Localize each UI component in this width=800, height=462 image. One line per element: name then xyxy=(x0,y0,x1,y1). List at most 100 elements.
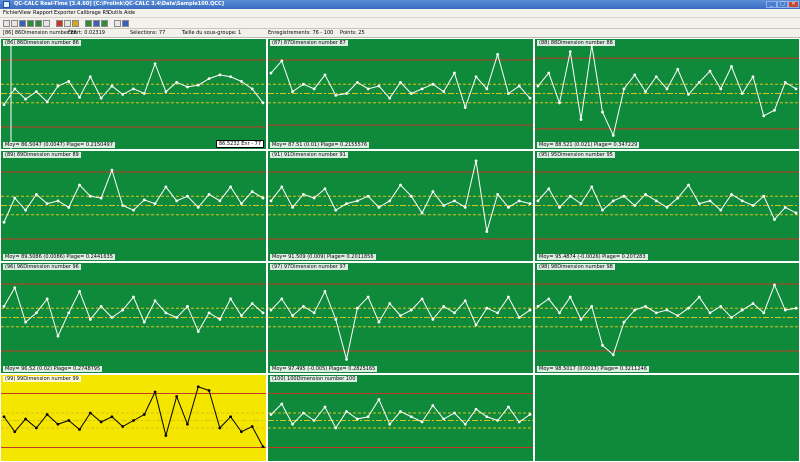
data-point[interactable] xyxy=(399,410,402,413)
data-point[interactable] xyxy=(676,314,680,318)
data-point[interactable] xyxy=(312,311,316,315)
data-point[interactable] xyxy=(280,297,284,301)
data-point[interactable] xyxy=(568,50,572,54)
data-point[interactable] xyxy=(751,302,755,305)
data-point[interactable] xyxy=(474,323,478,327)
data-point[interactable] xyxy=(301,82,305,86)
data-point[interactable] xyxy=(644,192,647,196)
data-point[interactable] xyxy=(56,422,60,426)
data-point[interactable] xyxy=(153,299,157,303)
histogram-icon[interactable] xyxy=(35,20,42,27)
data-point[interactable] xyxy=(218,199,222,203)
data-point[interactable] xyxy=(601,110,604,114)
data-point[interactable] xyxy=(794,306,798,310)
data-point[interactable] xyxy=(175,395,179,398)
data-point[interactable] xyxy=(240,202,243,206)
data-point[interactable] xyxy=(773,108,776,112)
data-point[interactable] xyxy=(250,302,254,305)
data-point[interactable] xyxy=(409,415,413,419)
data-point[interactable] xyxy=(730,192,733,196)
maximize-button[interactable]: □ xyxy=(777,1,788,8)
data-point[interactable] xyxy=(517,420,521,424)
data-point[interactable] xyxy=(280,402,284,406)
open-icon[interactable] xyxy=(3,20,10,27)
data-point[interactable] xyxy=(558,101,561,105)
data-point[interactable] xyxy=(366,87,370,91)
chart-panel-98[interactable]: (98) 98Dimension number 98 Moy= 98.5017 (… xyxy=(534,262,800,374)
data-point[interactable] xyxy=(121,425,125,428)
data-point[interactable] xyxy=(399,183,402,187)
data-point[interactable] xyxy=(345,410,348,413)
data-point[interactable] xyxy=(507,92,510,95)
data-point[interactable] xyxy=(409,194,413,198)
chart-panel-88[interactable]: (88) 88Dimension number 88 Moy= 88.521 (0… xyxy=(534,38,800,150)
data-point[interactable] xyxy=(366,295,370,299)
data-point[interactable] xyxy=(558,311,561,315)
data-point[interactable] xyxy=(301,411,305,415)
data-point[interactable] xyxy=(67,205,71,209)
chart-icon[interactable] xyxy=(27,20,34,27)
data-point[interactable] xyxy=(45,100,49,104)
data-point[interactable] xyxy=(463,422,467,426)
data-point[interactable] xyxy=(517,84,521,88)
data-point[interactable] xyxy=(654,75,658,79)
data-point[interactable] xyxy=(67,419,71,422)
data-point[interactable] xyxy=(719,304,723,308)
data-point[interactable] xyxy=(164,185,168,189)
data-point[interactable] xyxy=(730,316,733,319)
menu-rapport[interactable]: Rapport xyxy=(33,10,53,17)
data-point[interactable] xyxy=(751,75,755,79)
data-point[interactable] xyxy=(13,286,17,290)
data-point[interactable] xyxy=(622,87,626,91)
data-point[interactable] xyxy=(507,295,510,299)
data-point[interactable] xyxy=(762,114,766,118)
data-point[interactable] xyxy=(250,190,254,193)
data-point[interactable] xyxy=(334,208,338,212)
data-point[interactable] xyxy=(56,199,60,203)
data-point[interactable] xyxy=(291,205,294,209)
data-point[interactable] xyxy=(334,93,338,97)
data-point[interactable] xyxy=(250,425,254,428)
data-point[interactable] xyxy=(474,159,478,163)
data-point[interactable] xyxy=(665,308,669,312)
data-point[interactable] xyxy=(67,311,71,315)
data-point[interactable] xyxy=(323,405,327,409)
data-point[interactable] xyxy=(794,211,798,215)
data-point[interactable] xyxy=(697,80,701,84)
data-point[interactable] xyxy=(485,415,489,419)
chart-panel-86[interactable]: (86) 86Dimension number 86 Moy= 86.5047 (… xyxy=(0,38,267,150)
data-point[interactable] xyxy=(611,353,615,357)
data-point[interactable] xyxy=(301,304,305,308)
data-point[interactable] xyxy=(110,316,114,319)
data-point[interactable] xyxy=(110,415,114,419)
data-point[interactable] xyxy=(453,311,456,315)
data-point[interactable] xyxy=(463,106,467,109)
data-point[interactable] xyxy=(355,306,359,310)
data-point[interactable] xyxy=(24,97,27,101)
data-point[interactable] xyxy=(719,87,723,91)
data-point[interactable] xyxy=(99,196,103,200)
data-point[interactable] xyxy=(229,415,233,419)
data-point[interactable] xyxy=(654,311,658,315)
data-point[interactable] xyxy=(34,311,38,315)
data-point[interactable] xyxy=(261,101,265,105)
data-point[interactable] xyxy=(783,80,787,84)
data-point[interactable] xyxy=(773,218,776,221)
data-point[interactable] xyxy=(153,202,157,206)
data-point[interactable] xyxy=(507,205,510,209)
data-point[interactable] xyxy=(507,405,510,409)
data-point[interactable] xyxy=(665,87,669,91)
data-point[interactable] xyxy=(568,194,572,198)
data-point[interactable] xyxy=(568,295,572,299)
data-point[interactable] xyxy=(196,83,200,87)
data-point[interactable] xyxy=(164,90,168,94)
chart-panel-87[interactable]: (87) 87Dimension number 87 Moy= 87.51 (0.… xyxy=(267,38,534,150)
data-point[interactable] xyxy=(719,208,723,212)
data-point[interactable] xyxy=(399,80,402,84)
refresh-icon[interactable] xyxy=(93,20,100,27)
data-point[interactable] xyxy=(291,90,294,94)
data-point[interactable] xyxy=(45,202,49,206)
data-point[interactable] xyxy=(644,304,647,308)
data-point[interactable] xyxy=(240,80,243,83)
data-point[interactable] xyxy=(142,320,146,324)
